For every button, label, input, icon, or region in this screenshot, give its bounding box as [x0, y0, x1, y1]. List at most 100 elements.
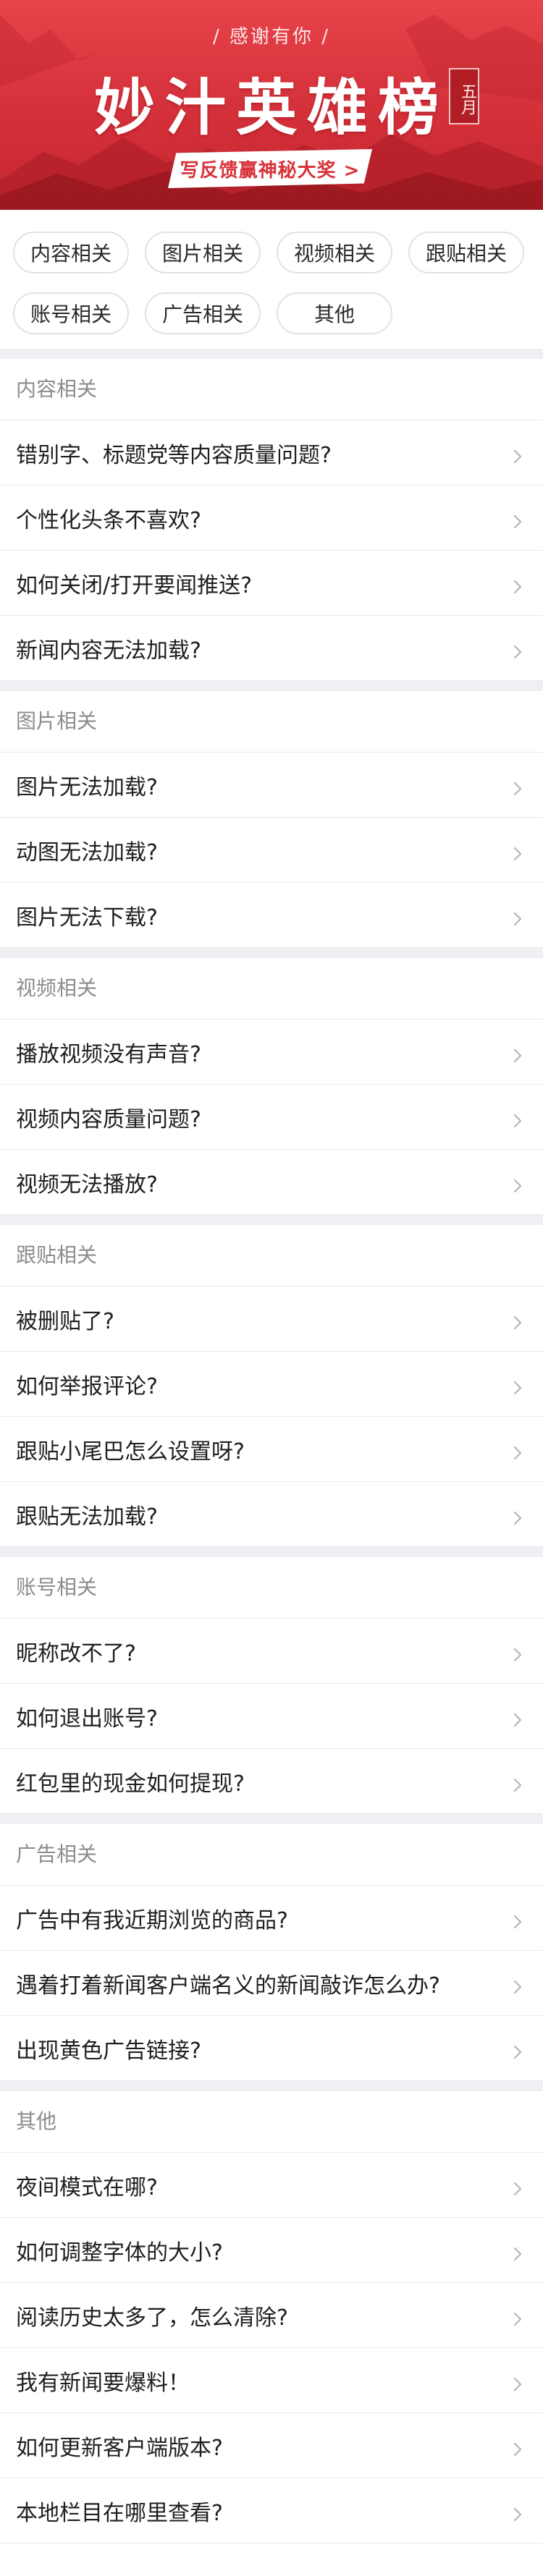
chevron-right-icon	[510, 777, 526, 795]
chevron-right-icon	[510, 1643, 526, 1661]
section-title: 图片相关	[0, 691, 543, 753]
chevron-right-icon	[510, 575, 526, 593]
faq-item[interactable]: 图片无法下载?	[0, 883, 543, 948]
faq-item[interactable]: 本地栏目在哪里查看?	[0, 2478, 543, 2543]
section-title: 内容相关	[0, 359, 543, 420]
section-separator	[0, 1814, 543, 1824]
faq-item-label: 图片无法加载?	[16, 774, 158, 800]
faq-item[interactable]: 夜间模式在哪?	[0, 2153, 543, 2218]
faq-item[interactable]: 图片无法加载?	[0, 753, 543, 818]
section-separator	[0, 2081, 543, 2091]
faq-item[interactable]: 如何关闭/打开要闻推送?	[0, 551, 543, 616]
faq-item-label: 夜间模式在哪?	[16, 2174, 158, 2200]
chevron-right-icon	[510, 445, 526, 463]
section-title: 其他	[0, 2091, 543, 2153]
category-chip-other[interactable]: 其他	[277, 292, 392, 334]
feedback-cta-button[interactable]: 写反馈赢神秘大奖 >	[168, 149, 372, 188]
faq-item-label: 昵称改不了?	[16, 1640, 136, 1666]
faq-item[interactable]: 视频无法播放?	[0, 1150, 543, 1215]
category-chip-video[interactable]: 视频相关	[277, 232, 392, 274]
section-separator	[0, 948, 543, 958]
section-separator	[0, 1547, 543, 1557]
chevron-right-icon	[510, 1975, 526, 1994]
chevron-right-icon	[510, 2041, 526, 2059]
faq-item[interactable]: 昵称改不了?	[0, 1619, 543, 1684]
faq-item[interactable]: 如何举报评论?	[0, 1352, 543, 1417]
category-chips: 内容相关 图片相关 视频相关 跟贴相关 账号相关 广告相关 其他	[0, 210, 543, 349]
faq-item[interactable]: 遇着打着新闻客户端名义的新闻敲诈怎么办?	[0, 1951, 543, 2016]
faq-item[interactable]: 阅读历史太多了，怎么清除?	[0, 2283, 543, 2348]
faq-item[interactable]: 如何退出账号?	[0, 1684, 543, 1749]
chevron-right-icon	[510, 2242, 526, 2261]
chevron-right-icon	[510, 1174, 526, 1192]
section-title: 视频相关	[0, 958, 543, 1020]
faq-item-label: 播放视频没有声音?	[16, 1041, 201, 1067]
faq-item[interactable]: 跟贴无法加载?	[0, 1482, 543, 1547]
faq-item-label: 新闻内容无法加载?	[16, 637, 201, 664]
banner-thanks-text: / 感谢有你 /	[212, 26, 331, 48]
faq-item-label: 被删贴了?	[16, 1308, 114, 1334]
category-chip-content[interactable]: 内容相关	[13, 232, 129, 274]
chevron-right-icon	[510, 510, 526, 528]
faq-item[interactable]: 个性化头条不喜欢?	[0, 486, 543, 551]
category-chip-account[interactable]: 账号相关	[13, 292, 129, 334]
section-title: 广告相关	[0, 1824, 543, 1886]
section-separator	[0, 1215, 543, 1225]
faq-item-label: 广告中有我近期浏览的商品?	[16, 1907, 288, 1933]
chevron-right-icon	[510, 1708, 526, 1726]
chevron-right-icon	[510, 1376, 526, 1394]
faq-item[interactable]: 被删贴了?	[0, 1287, 543, 1352]
chevron-right-icon	[510, 2438, 526, 2456]
category-chip-comment[interactable]: 跟贴相关	[408, 232, 524, 274]
chevron-right-icon	[510, 842, 526, 860]
faq-item[interactable]: 红包里的现金如何提现?	[0, 1749, 543, 1814]
chevron-right-icon	[510, 1441, 526, 1459]
section-title: 账号相关	[0, 1557, 543, 1619]
faq-item-label: 错别字、标题党等内容质量问题?	[16, 442, 332, 468]
chevron-right-icon	[510, 2503, 526, 2521]
category-chip-ads[interactable]: 广告相关	[145, 292, 261, 334]
chevron-right-icon	[510, 1910, 526, 1928]
chevron-right-icon	[510, 2177, 526, 2195]
faq-item[interactable]: 动图无法加载?	[0, 818, 543, 883]
chevron-right-icon	[510, 1109, 526, 1127]
chevron-right-icon	[510, 1774, 526, 1792]
faq-list: 内容相关错别字、标题党等内容质量问题? 个性化头条不喜欢? 如何关闭/打开要闻推送?…	[0, 349, 543, 2543]
chevron-right-icon	[510, 907, 526, 925]
faq-item-label: 本地栏目在哪里查看?	[16, 2500, 223, 2526]
chevron-right-icon	[510, 1507, 526, 1525]
faq-item-label: 视频无法播放?	[16, 1172, 158, 1198]
chevron-right-icon	[510, 2373, 526, 2391]
faq-item-label: 如何关闭/打开要闻推送?	[16, 572, 253, 598]
chevron-right-icon	[510, 1044, 526, 1062]
section-title: 跟贴相关	[0, 1225, 543, 1287]
section-separator	[0, 349, 543, 359]
faq-item[interactable]: 如何调整字体的大小?	[0, 2218, 543, 2283]
faq-item-label: 动图无法加载?	[16, 839, 158, 865]
category-chip-image[interactable]: 图片相关	[145, 232, 261, 274]
faq-item-label: 出现黄色广告链接?	[16, 2038, 201, 2064]
faq-item[interactable]: 我有新闻要爆料！	[0, 2348, 543, 2413]
faq-item[interactable]: 播放视频没有声音?	[0, 1020, 543, 1085]
faq-item[interactable]: 如何更新客户端版本?	[0, 2413, 543, 2478]
faq-item-label: 跟贴无法加载?	[16, 1504, 158, 1530]
faq-item-label: 遇着打着新闻客户端名义的新闻敲诈怎么办?	[16, 1973, 440, 1999]
chevron-right-icon	[510, 2308, 526, 2326]
banner-seal: 五月	[449, 68, 479, 124]
faq-item[interactable]: 广告中有我近期浏览的商品?	[0, 1886, 543, 1951]
faq-item-label: 如何调整字体的大小?	[16, 2240, 223, 2266]
faq-item-label: 图片无法下载?	[16, 904, 158, 931]
faq-item[interactable]: 错别字、标题党等内容质量问题?	[0, 420, 543, 486]
faq-item-label: 我有新闻要爆料！	[16, 2370, 190, 2396]
chevron-right-icon	[510, 1311, 526, 1329]
faq-item-label: 如何更新客户端版本?	[16, 2435, 223, 2461]
faq-item[interactable]: 出现黄色广告链接?	[0, 2016, 543, 2081]
section-separator	[0, 681, 543, 691]
faq-item[interactable]: 视频内容质量问题?	[0, 1085, 543, 1150]
faq-item[interactable]: 跟贴小尾巴怎么设置呀?	[0, 1417, 543, 1482]
faq-item[interactable]: 新闻内容无法加载?	[0, 616, 543, 681]
faq-item-label: 红包里的现金如何提现?	[16, 1771, 245, 1797]
header-banner: / 感谢有你 / 妙汁英雄榜 五月 写反馈赢神秘大奖 >	[0, 0, 543, 210]
faq-item-label: 个性化头条不喜欢?	[16, 507, 201, 533]
chevron-right-icon	[510, 640, 526, 658]
